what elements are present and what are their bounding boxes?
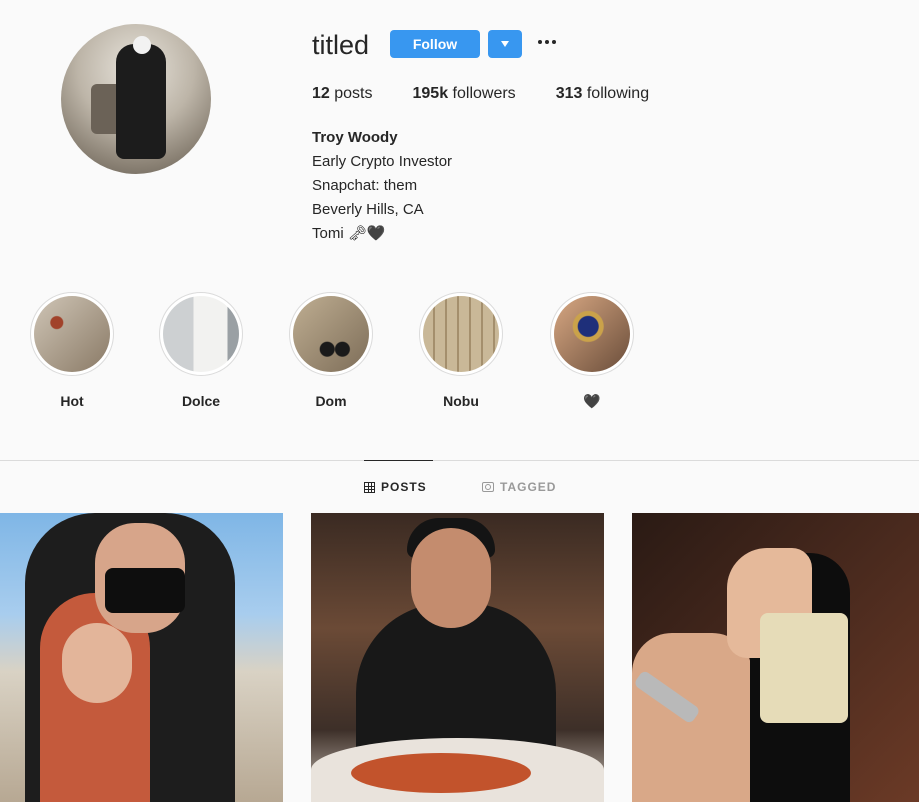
followers-label: followers xyxy=(452,85,516,102)
avatar-person xyxy=(116,44,166,159)
tab-tagged-label: TAGGED xyxy=(500,480,557,494)
highlight-ring xyxy=(419,292,503,376)
posts-count: 12 xyxy=(312,85,330,102)
followers-stat[interactable]: 195k followers xyxy=(413,85,516,103)
tab-posts[interactable]: POSTS xyxy=(364,460,433,494)
highlight-label: Dom xyxy=(315,393,347,409)
tabs-divider xyxy=(0,460,919,461)
avatar-face xyxy=(133,36,151,54)
highlight-ring xyxy=(550,292,634,376)
tagged-icon xyxy=(482,482,494,492)
bio-line: Snapchat: them xyxy=(312,177,418,194)
post-thumbnail[interactable] xyxy=(632,513,919,802)
profile-avatar[interactable] xyxy=(61,24,211,174)
following-count: 313 xyxy=(555,85,583,102)
highlight-hot[interactable]: Hot xyxy=(30,292,114,409)
profile-stats: 12 posts 195k followers 313 following xyxy=(312,85,649,103)
following-label: following xyxy=(586,85,650,102)
profile-bio: Troy Woody Early Crypto Investor Snapcha… xyxy=(312,126,452,246)
follow-button[interactable]: Follow xyxy=(390,30,480,58)
tab-posts-label: POSTS xyxy=(381,480,427,494)
highlight-label: Dolce xyxy=(181,393,221,409)
more-options-icon[interactable] xyxy=(538,34,558,50)
highlight-ring xyxy=(30,292,114,376)
bio-line: Early Crypto Investor xyxy=(312,153,453,170)
highlight-ring xyxy=(289,292,373,376)
post-thumbnail[interactable] xyxy=(0,513,283,802)
highlight-label: Hot xyxy=(60,393,84,409)
highlight-label: Nobu xyxy=(443,393,479,409)
tab-tagged[interactable]: TAGGED xyxy=(482,480,556,494)
highlight-nobu[interactable]: Nobu xyxy=(419,292,503,409)
highlight-cover xyxy=(423,296,499,372)
profile-username: titled xyxy=(312,30,370,60)
highlight-cover xyxy=(554,296,630,372)
highlight-dolce[interactable]: Dolce xyxy=(159,292,243,409)
following-stat[interactable]: 313 following xyxy=(556,85,649,103)
highlight-cover xyxy=(293,296,369,372)
grid-icon xyxy=(364,481,375,493)
posts-label: posts xyxy=(334,85,373,102)
bio-line: Tomi 🗝🖤 xyxy=(312,225,386,242)
bio-line: Beverly Hills, CA xyxy=(312,201,424,218)
suggestions-dropdown-button[interactable] xyxy=(488,30,522,58)
highlight-label: 🖤 xyxy=(583,393,601,409)
highlight-dom[interactable]: Dom xyxy=(289,292,373,409)
profile-full-name: Troy Woody xyxy=(312,129,398,146)
posts-stat: 12 posts xyxy=(312,85,373,103)
highlight-heart[interactable]: 🖤 xyxy=(550,292,634,410)
highlight-cover xyxy=(163,296,239,372)
post-thumbnail[interactable] xyxy=(311,513,604,802)
followers-count: 195k xyxy=(412,85,449,102)
highlight-ring xyxy=(159,292,243,376)
highlight-cover xyxy=(34,296,110,372)
